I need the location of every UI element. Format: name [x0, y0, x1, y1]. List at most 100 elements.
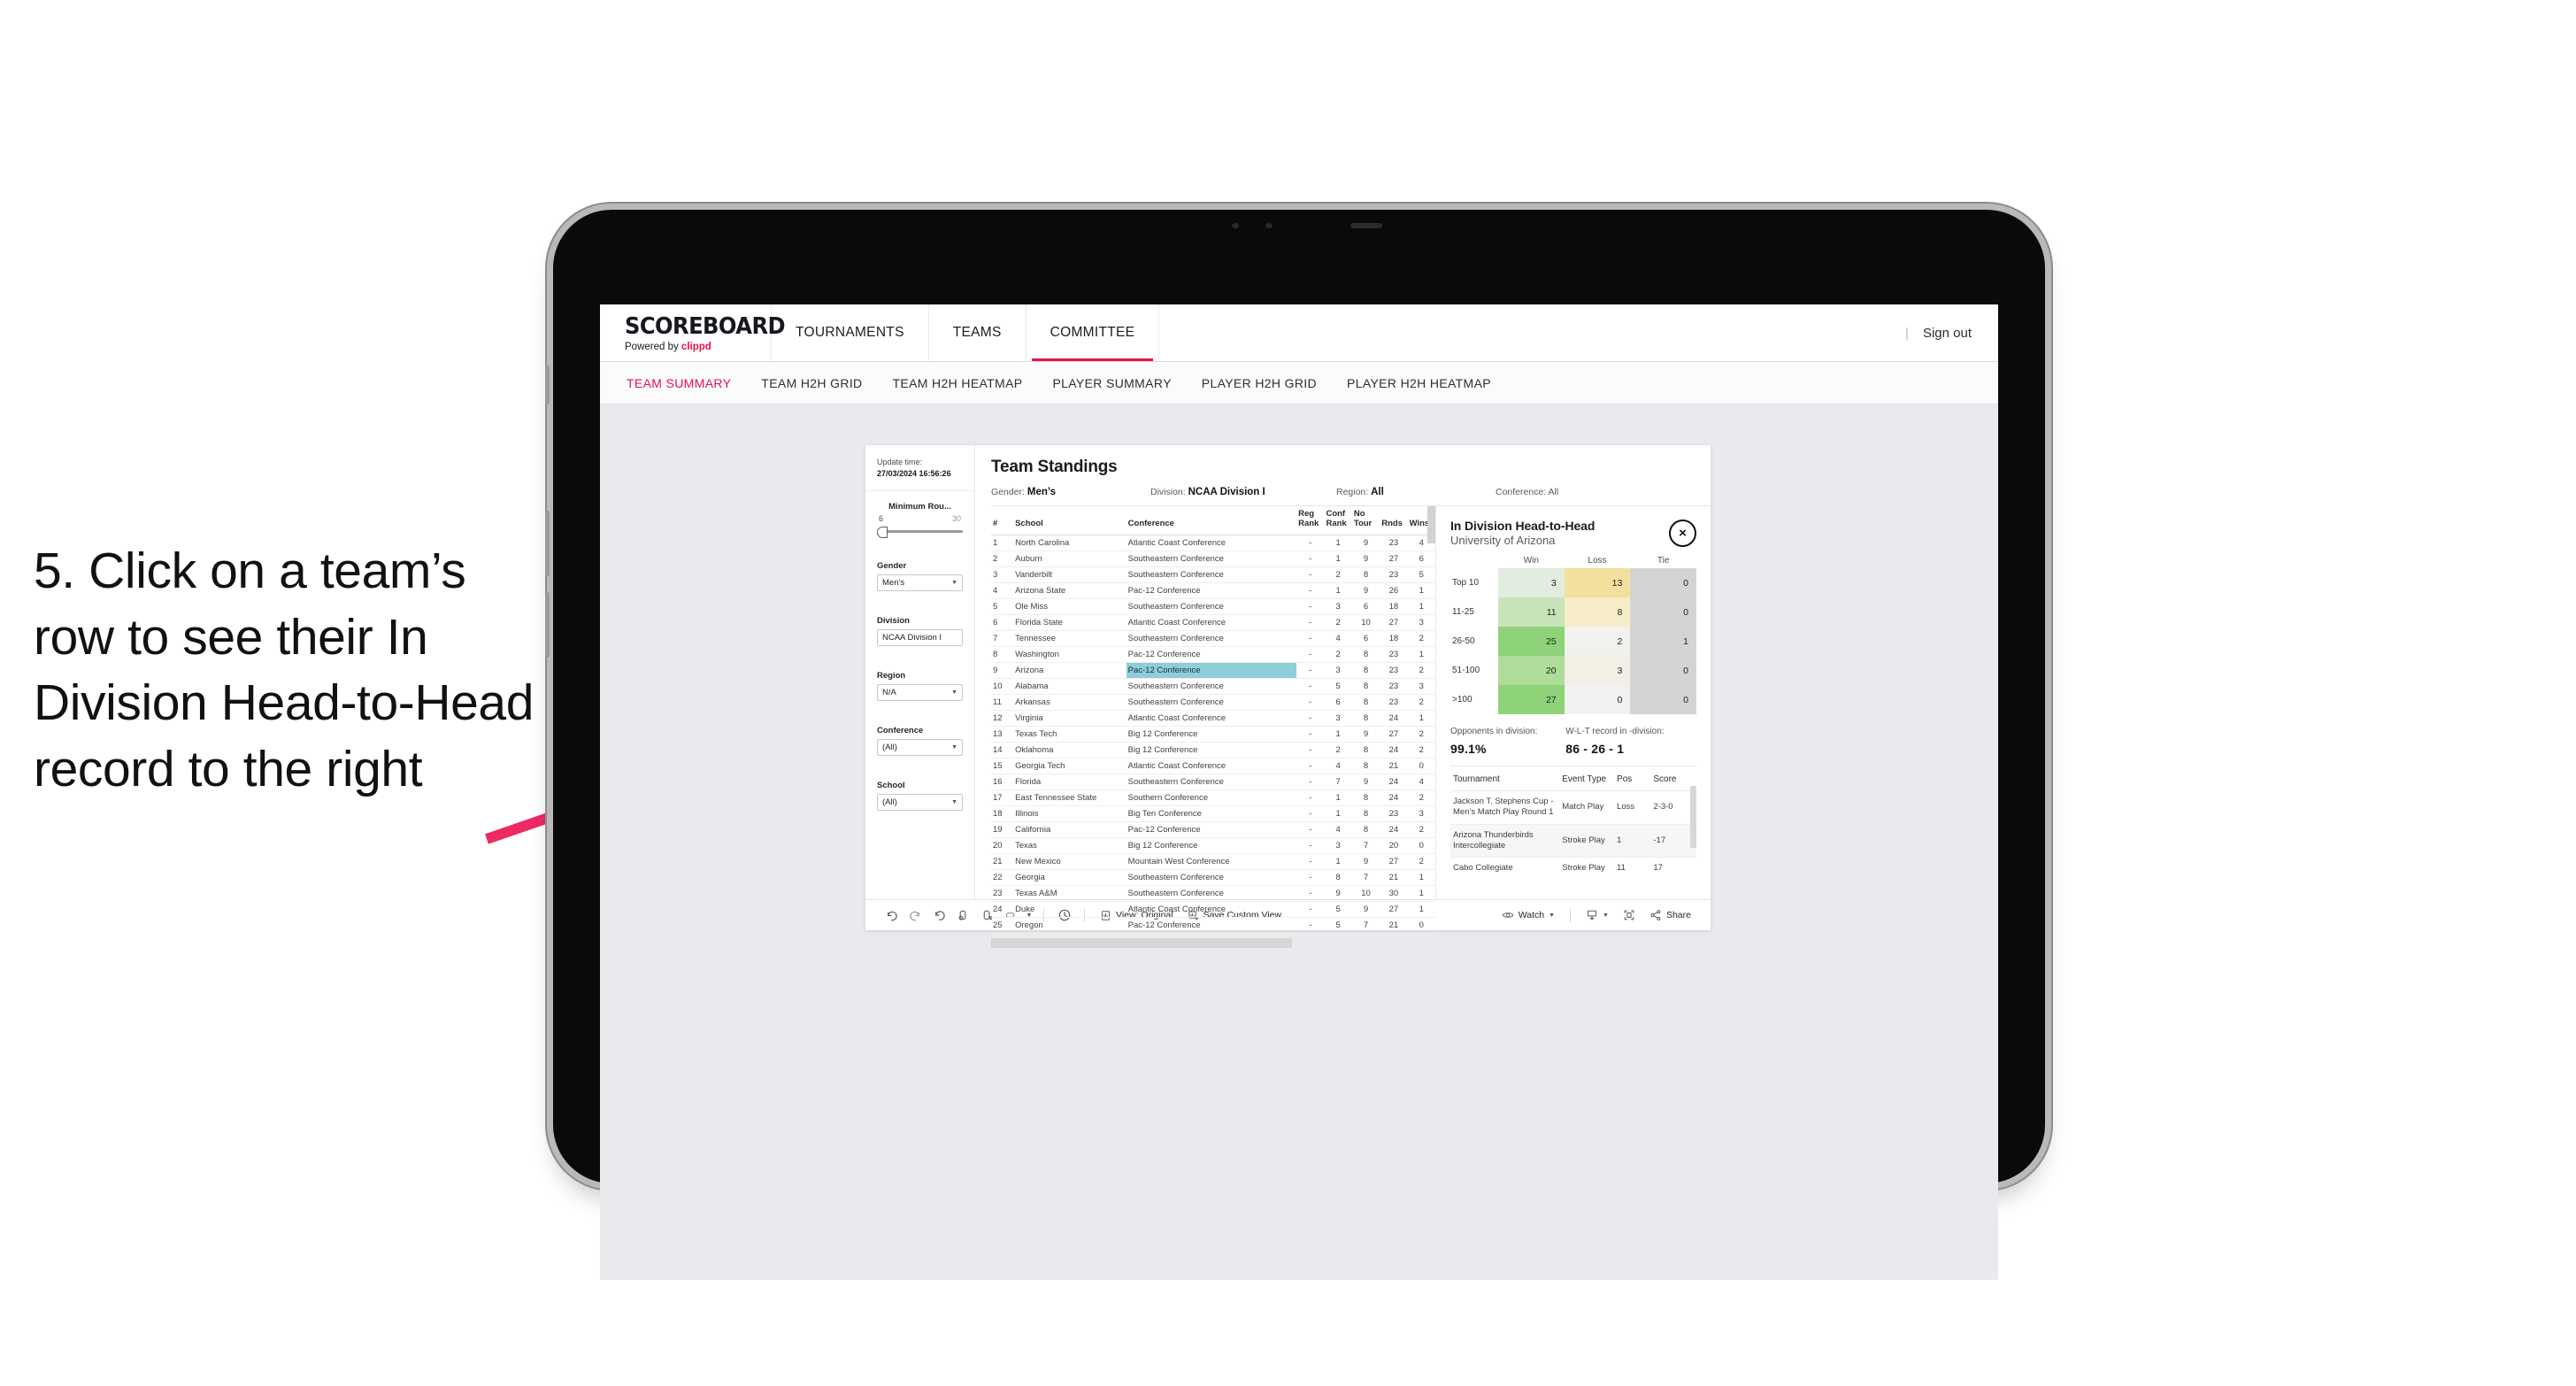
secondary-nav: TEAM SUMMARY TEAM H2H GRID TEAM H2H HEAT… [600, 362, 1998, 404]
conference-select[interactable]: (All) ▼ [877, 739, 963, 757]
table-row[interactable]: 19 California Pac-12 Conference -4 8 24 2 [991, 821, 1435, 839]
rank-cell: 11 [991, 694, 1014, 712]
region-select[interactable]: N/A ▼ [877, 684, 963, 702]
conference-cell: Big 12 Conference [1126, 742, 1297, 759]
table-row[interactable]: 3 Vanderbilt Southeastern Conference -2 8 23 5 [991, 566, 1435, 584]
table-row[interactable]: 5 Ole Miss Southeastern Conference -3 6 18 1 [991, 598, 1435, 616]
refresh-data-icon[interactable] [951, 905, 975, 925]
rnds-cell: 24 [1380, 774, 1408, 791]
chevron-down-icon: ▼ [951, 689, 957, 697]
table-row[interactable]: 24 Duke Atlantic Coast Conference -5 9 27 1 [991, 901, 1435, 919]
wins-cell: 4 [1407, 774, 1435, 791]
table-row[interactable]: 18 Illinois Big Ten Conference -1 8 23 3 [991, 805, 1435, 823]
conference-cell: Big Ten Conference [1126, 805, 1297, 823]
no-tour-cell: 8 [1351, 646, 1380, 664]
table-row[interactable]: 25 Oregon Pac-12 Conference -5 7 21 0 [991, 917, 1435, 935]
revert-icon[interactable] [927, 905, 951, 925]
app-header: SCOREBOARD Powered by clippd TOURNAMENTS… [600, 304, 1998, 362]
no-tour-cell: 8 [1351, 789, 1380, 807]
h2h-band-label: 11-25 [1450, 597, 1498, 627]
table-row[interactable]: 17 East Tennessee State Southern Conferenc… [991, 789, 1435, 807]
min-rounds-min: 6 [879, 514, 884, 524]
filter-region: Region N/A ▼ [865, 660, 974, 702]
nav-tab-tournaments[interactable]: TOURNAMENTS [772, 304, 929, 361]
reg-rank-cell: - [1296, 694, 1325, 712]
subtab-player-summary[interactable]: PLAYER SUMMARY [1052, 376, 1171, 390]
tournaments-thead: Tournament Event Type Pos Score [1450, 774, 1696, 791]
table-row[interactable]: 23 Texas A&M Southeastern Conference -9 10 30… [991, 885, 1435, 903]
wins-cell: 0 [1407, 758, 1435, 775]
conference-cell: Atlantic Coast Conference [1126, 710, 1297, 728]
table-row[interactable]: 6 Florida State Atlantic Coast Conference -… [991, 614, 1435, 632]
subtab-player-h2h-heatmap[interactable]: PLAYER H2H HEATMAP [1347, 376, 1491, 390]
school-cell: Ole Miss [1013, 598, 1127, 616]
col-no-tour: No Tour [1351, 506, 1380, 536]
update-time: Update time: 27/03/2024 16:56:26 [865, 457, 974, 492]
table-row[interactable]: 14 Oklahoma Big 12 Conference -2 8 24 2 [991, 742, 1435, 759]
table-row[interactable]: 1 North Carolina Atlantic Coast Conference… [991, 535, 1435, 552]
close-icon[interactable]: × [1669, 520, 1696, 547]
list-item[interactable]: Cabo Collegiate Stroke Play 11 17 [1450, 857, 1696, 880]
school-select[interactable]: (All) ▼ [877, 794, 963, 812]
tournaments-scrollbar[interactable] [1690, 786, 1696, 848]
wins-cell: 3 [1407, 805, 1435, 823]
table-row[interactable]: 21 New Mexico Mountain West Conference -1 9 2… [991, 853, 1435, 871]
chevron-down-icon: ▼ [1603, 912, 1609, 919]
h2h-loss-cell: 8 [1564, 597, 1631, 627]
table-row[interactable]: 22 Georgia Southeastern Conference -8 7 21 1 [991, 869, 1435, 887]
share-button[interactable]: Share [1642, 909, 1698, 921]
table-row[interactable]: 9 Arizona Pac-12 Conference -3 8 23 2 [991, 662, 1435, 680]
list-item[interactable]: Jackson T. Stephens Cup - Men’s Match Pl… [1450, 790, 1696, 825]
h2h-kpis: Opponents in division: 99.1% W-L-T recor… [1450, 727, 1696, 766]
table-row[interactable]: 7 Tennessee Southeastern Conference -4 6 18 2 [991, 630, 1435, 648]
table-row[interactable]: 15 Georgia Tech Atlantic Coast Conference -… [991, 758, 1435, 775]
division-select[interactable]: NCAA Division I [877, 629, 963, 647]
meta-region-label: Region: [1336, 487, 1369, 497]
rnds-cell: 24 [1380, 821, 1408, 839]
reg-rank-cell: - [1296, 614, 1325, 632]
table-row[interactable]: 8 Washington Pac-12 Conference -2 8 23 1 [991, 646, 1435, 664]
wins-cell: 2 [1407, 630, 1435, 648]
sign-out-link[interactable]: Sign out [1923, 326, 1972, 341]
col-conf-rank: Conf Rank [1324, 506, 1352, 536]
dashboard-card: Update time: 27/03/2024 16:56:26 Minimum… [865, 445, 1711, 949]
nav-tab-committee[interactable]: COMMITTEE [1027, 304, 1160, 361]
scroll-thumb[interactable] [991, 938, 1292, 949]
table-row[interactable]: 12 Virginia Atlantic Coast Conference -3 8 24… [991, 710, 1435, 728]
conference-cell: Atlantic Coast Conference [1126, 758, 1297, 775]
subtab-team-h2h-heatmap[interactable]: TEAM H2H HEATMAP [893, 376, 1023, 390]
min-rounds-slider[interactable] [877, 526, 963, 539]
redo-icon[interactable] [904, 905, 927, 925]
conf-rank-cell: 2 [1324, 614, 1352, 632]
nav-tab-teams[interactable]: TEAMS [929, 304, 1027, 361]
table-row[interactable]: 16 Florida Southeastern Conference -7 9 24 4 [991, 774, 1435, 791]
watch-button[interactable]: Watch ▼ [1495, 909, 1562, 921]
school-cell: Texas Tech [1013, 726, 1127, 743]
conf-rank-cell: 2 [1324, 646, 1352, 664]
download-button[interactable]: ▼ [1579, 909, 1616, 921]
wins-cell: 3 [1407, 678, 1435, 696]
undo-icon[interactable] [880, 905, 904, 925]
brand-subtitle: Powered by clippd [625, 342, 771, 352]
slider-handle[interactable] [877, 527, 888, 539]
fullscreen-button[interactable] [1616, 909, 1642, 921]
gender-select[interactable]: Men’s ▼ [877, 574, 963, 592]
vertical-scrollbar[interactable] [1427, 506, 1435, 543]
list-item[interactable]: Arizona Thunderbirds Intercollegiate Stro… [1450, 823, 1696, 858]
rnds-cell: 23 [1380, 566, 1408, 584]
table-row[interactable]: 10 Alabama Southeastern Conference -5 8 23 3 [991, 678, 1435, 696]
conf-rank-cell: 3 [1324, 710, 1352, 728]
brand-logo: SCOREBOARD Powered by clippd [600, 304, 786, 361]
subtab-team-h2h-grid[interactable]: TEAM H2H GRID [761, 376, 862, 390]
table-row[interactable]: 11 Arkansas Southeastern Conference -6 8 23 2 [991, 694, 1435, 712]
table-row[interactable]: 4 Arizona State Pac-12 Conference -1 9 26 1 [991, 582, 1435, 600]
conference-cell: Atlantic Coast Conference [1126, 614, 1297, 632]
subtab-team-summary[interactable]: TEAM SUMMARY [627, 376, 731, 390]
subtab-player-h2h-grid[interactable]: PLAYER H2H GRID [1202, 376, 1317, 390]
table-row[interactable]: 2 Auburn Southeastern Conference -1 9 27 6 [991, 551, 1435, 568]
workspace: Update time: 27/03/2024 16:56:26 Minimum… [600, 404, 1998, 1280]
conference-value: (All) [882, 743, 897, 753]
table-row[interactable]: 20 Texas Big 12 Conference -3 7 20 0 [991, 837, 1435, 855]
rank-cell: 21 [991, 853, 1014, 871]
table-row[interactable]: 13 Texas Tech Big 12 Conference -1 9 27 2 [991, 726, 1435, 743]
